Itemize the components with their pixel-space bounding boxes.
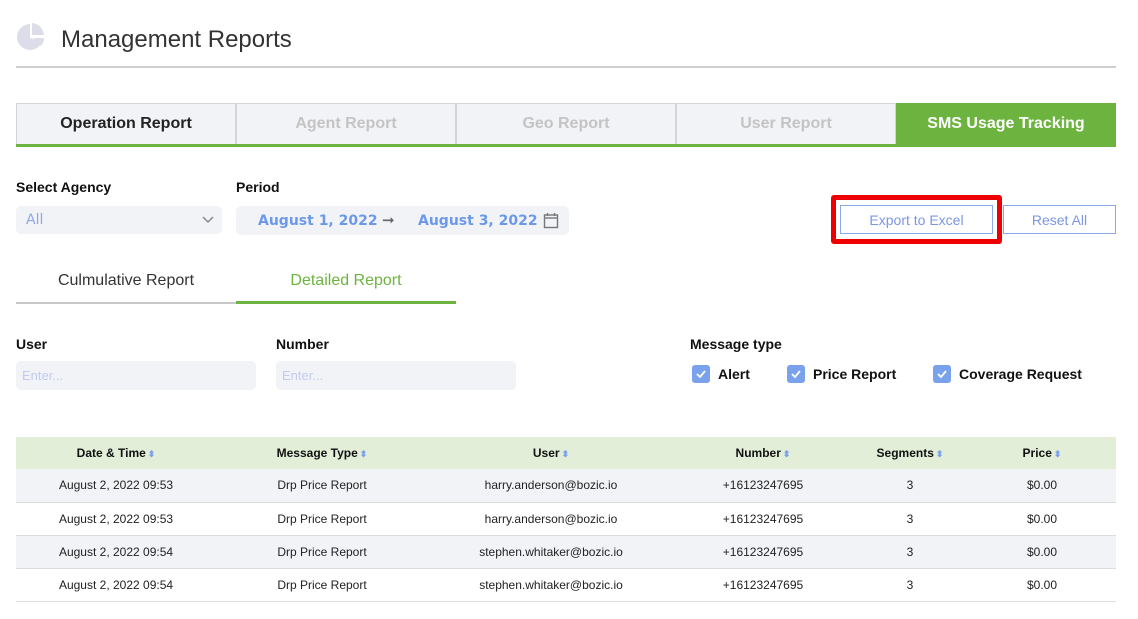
tab-geo-report[interactable]: Geo Report [456,103,676,144]
page-header: Management Reports [16,18,1116,68]
period-end-date[interactable]: August 3, 2022 [418,213,538,229]
table-row: August 2, 2022 09:54 Drp Price Report st… [16,535,1116,568]
cell-date-time: August 2, 2022 09:54 [58,544,174,559]
table-row: August 2, 2022 09:53 Drp Price Report ha… [16,469,1116,502]
chevron-down-icon [202,216,214,224]
page-title: Management Reports [61,26,292,53]
agency-select[interactable]: All [16,206,222,234]
cell-number: +16123247695 [722,511,804,526]
cell-price: $0.00 [1026,544,1058,559]
sort-icon[interactable]: ⬍ [936,449,944,459]
table-row: August 2, 2022 09:53 Drp Price Report ha… [16,502,1116,535]
column-header-user[interactable]: User ⬍ [428,437,674,469]
export-to-excel-button[interactable]: Export to Excel [840,205,993,234]
cell-date-time: August 2, 2022 09:54 [58,577,174,592]
checkbox-checked-icon[interactable] [933,365,951,383]
sort-icon[interactable]: ⬍ [783,449,791,459]
sort-icon[interactable]: ⬍ [148,449,156,459]
arrow-right-icon: ➞ [382,211,395,229]
cell-price: $0.00 [1026,577,1058,592]
checkbox-price-report[interactable]: Price Report [787,365,896,383]
checkbox-label: Alert [718,366,750,382]
tab-operation-report[interactable]: Operation Report [16,103,236,144]
column-header-date-time[interactable]: Date & Time ⬍ [16,437,216,469]
cell-number: +16123247695 [722,478,804,493]
calendar-icon[interactable] [543,212,559,229]
tab-user-report[interactable]: User Report [676,103,896,144]
sms-usage-table: Date & Time ⬍ Message Type ⬍ User ⬍ Number ⬍… [16,437,1116,602]
cell-price: $0.00 [1026,511,1058,526]
period-label: Period [236,179,280,195]
cell-number: +16123247695 [722,577,804,592]
pie-chart-icon [17,23,44,50]
report-tabs: Operation Report Agent Report Geo Report… [16,103,1116,147]
cell-segments: 3 [906,544,914,559]
period-start-date[interactable]: August 1, 2022 [258,213,378,229]
tab-agent-report[interactable]: Agent Report [236,103,456,144]
tab-sms-usage-tracking[interactable]: SMS Usage Tracking [896,103,1116,144]
sort-icon[interactable]: ⬍ [1054,449,1062,459]
report-view-tabs: Culmulative Report Detailed Report [16,264,456,304]
cell-user: harry.anderson@bozic.io [484,511,618,526]
cell-number: +16123247695 [722,544,804,559]
checkbox-coverage-request[interactable]: Coverage Request [933,365,1082,383]
checkbox-alert[interactable]: Alert [692,365,750,383]
column-header-segments[interactable]: Segments ⬍ [852,437,968,469]
message-type-label: Message type [690,336,782,352]
column-header-price[interactable]: Price ⬍ [968,437,1116,469]
cell-message-type: Drp Price Report [277,544,367,559]
agency-label: Select Agency [16,179,112,195]
column-header-number[interactable]: Number ⬍ [674,437,852,469]
cell-message-type: Drp Price Report [277,511,367,526]
period-date-range-picker[interactable]: August 1, 2022 ➞ August 3, 2022 [236,206,569,235]
checkbox-checked-icon[interactable] [692,365,710,383]
cell-price: $0.00 [1026,478,1058,493]
agency-value: All [26,212,44,228]
table-header-row: Date & Time ⬍ Message Type ⬍ User ⬍ Number ⬍… [16,437,1116,469]
checkbox-checked-icon[interactable] [787,365,805,383]
reset-all-button[interactable]: Reset All [1003,205,1116,234]
cell-segments: 3 [906,511,914,526]
number-input[interactable] [276,361,516,390]
cell-user: stephen.whitaker@bozic.io [479,577,623,592]
cell-segments: 3 [906,478,914,493]
checkbox-label: Coverage Request [959,366,1082,382]
user-input[interactable] [16,361,256,390]
column-header-message-type[interactable]: Message Type ⬍ [216,437,428,469]
cell-date-time: August 2, 2022 09:53 [58,478,174,493]
sort-icon[interactable]: ⬍ [562,449,570,459]
cell-message-type: Drp Price Report [277,577,367,592]
sort-icon[interactable]: ⬍ [360,449,368,459]
cell-message-type: Drp Price Report [277,478,367,493]
cell-user: stephen.whitaker@bozic.io [479,544,623,559]
user-filter-label: User [16,336,48,352]
tab-culmulative-report[interactable]: Culmulative Report [16,264,236,304]
cell-date-time: August 2, 2022 09:53 [58,511,174,526]
table-row: August 2, 2022 09:54 Drp Price Report st… [16,568,1116,601]
cell-segments: 3 [906,577,914,592]
number-filter-label: Number [276,336,329,352]
checkbox-label: Price Report [813,366,897,382]
tab-detailed-report[interactable]: Detailed Report [236,264,456,304]
cell-user: harry.anderson@bozic.io [484,478,618,493]
